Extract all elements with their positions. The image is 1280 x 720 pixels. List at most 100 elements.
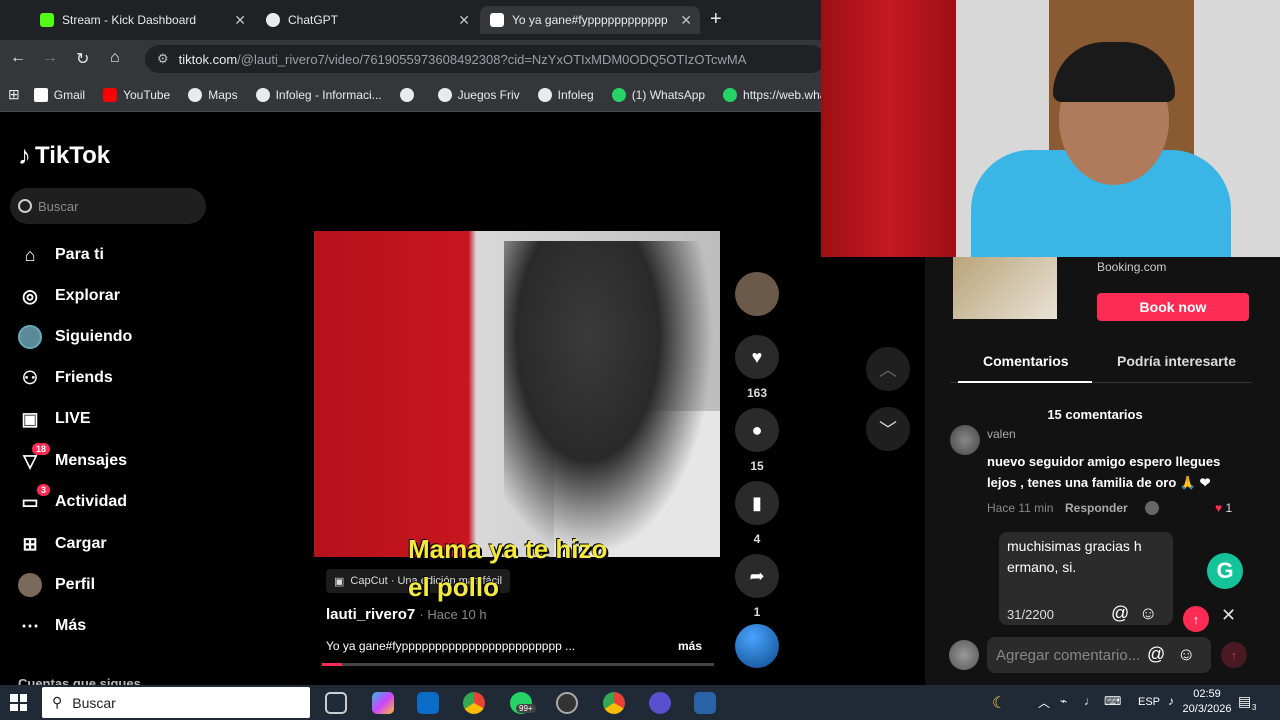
sidebar-item-mas[interactable]: ⋯ Más [18,614,86,638]
previous-video-button[interactable]: ︿ [866,347,910,391]
reload-icon[interactable]: ↻ [76,49,89,69]
grammarly-icon[interactable]: G [1207,553,1243,589]
tab-kick-dashboard[interactable]: Stream - Kick Dashboard ✕ [30,6,254,34]
bookmark-icon: ▮ [752,492,762,513]
close-tab-icon[interactable]: ✕ [458,12,470,29]
share-button[interactable]: ➦ [735,554,779,598]
home-icon[interactable]: ⌂ [110,49,120,67]
keyboard-icon[interactable]: ⌨ [1104,694,1121,708]
ad-thumbnail[interactable] [953,257,1057,319]
messages-icon: ▽ 18 [18,443,50,473]
notifications-icon[interactable]: ▤ [1238,693,1251,710]
taskbar-clock[interactable]: 02:59 20/3/2026 [1182,687,1232,717]
bookmark-youtube[interactable]: YouTube [103,87,170,102]
weather-moon-icon[interactable]: ☾ [992,693,1006,713]
microphone-icon[interactable]: ♩ [1084,694,1096,708]
tiktok-favicon-icon [490,13,504,27]
sidebar-item-siguiendo[interactable]: Siguiendo [18,325,132,349]
chevron-up-icon: ︿ [879,360,897,380]
book-now-button[interactable]: Book now [1097,293,1249,321]
sidebar-item-friends[interactable]: ⚇ Friends [18,366,113,390]
save-count: 4 [753,532,761,546]
globe-icon [188,87,203,102]
comment-username[interactable]: valen [987,427,1016,441]
sidebar-item-perfil[interactable]: Perfil [18,573,95,597]
sidebar-item-para-ti[interactable]: ⌂ Para ti [18,243,104,267]
share-arrow-icon: ➦ [749,565,765,586]
network-icon[interactable]: ⌁ [1060,694,1067,708]
taskbar-search-input[interactable]: ⚲ Buscar [42,687,310,718]
close-tab-icon[interactable]: ✕ [234,12,246,29]
copilot-icon[interactable] [372,692,394,714]
next-video-button[interactable]: ﹀ [866,407,910,451]
bookmark-web-whatsapp[interactable]: https://web.whats [723,87,836,102]
bookmark-whatsapp[interactable]: (1) WhatsApp [611,87,705,102]
search-input[interactable]: Buscar [10,188,206,224]
video-player[interactable] [314,231,720,557]
sidebar-item-mensajes[interactable]: ▽ 18 Mensajes [18,443,127,473]
bookmark-gmail[interactable]: Gmail [33,87,85,102]
share-count: 1 [753,605,761,619]
tab-tiktok-video[interactable]: Yo ya gane#fypppppppppppp ✕ [480,6,700,34]
bookmark-maps[interactable]: Maps [188,87,238,102]
save-button[interactable]: ▮ [735,481,779,525]
send-reply-button[interactable]: ↑ [1183,606,1209,632]
tab-comentarios[interactable]: Comentarios [983,353,1069,369]
arrow-up-icon: ↑ [1192,611,1200,627]
bookmark-infoleg[interactable]: Infoleg [537,87,594,102]
windows-start-icon[interactable] [10,694,27,711]
apps-grid-icon[interactable]: ⊞ [8,86,20,103]
back-arrow-icon[interactable]: ← [10,49,26,67]
comment-like-button[interactable]: ♥ 1 [1215,501,1232,515]
close-icon[interactable]: ✕ [1221,605,1236,626]
sidebar-item-explorar[interactable]: ◎ Explorar [18,284,120,308]
bookmark-juegos-friv[interactable]: Juegos Friv [437,87,520,102]
notifications-count: 3 [1252,703,1257,712]
tab-podria-interesarte[interactable]: Podría interesarte [1117,353,1236,369]
sidebar-item-cargar[interactable]: ⊞ Cargar [18,532,106,556]
globe-icon [399,87,414,102]
panel-tabs: Comentarios Podría interesarte [950,353,1252,383]
mention-icon[interactable]: @ [1111,603,1129,624]
author-avatar[interactable] [735,272,779,316]
chrome-profile-icon[interactable] [603,692,625,714]
show-hidden-icons-icon[interactable]: ︿ [1038,694,1050,711]
emoji-icon[interactable]: ☺ [1177,644,1195,665]
more-description-link[interactable]: más [678,639,702,653]
site-info-icon[interactable]: ⚙ [157,51,169,67]
address-bar[interactable]: ⚙ tiktok.com /@lauti_rivero7/video/76190… [145,45,825,73]
sidebar-item-actividad[interactable]: ▭ 3 Actividad [18,484,127,514]
comment-button[interactable]: ● [735,408,779,452]
volume-icon[interactable]: ♪ [1168,694,1174,708]
reply-button[interactable]: Responder [1065,501,1128,515]
avatar[interactable] [950,425,980,455]
language-indicator[interactable]: ESP [1138,696,1160,708]
chrome-icon[interactable] [463,692,485,714]
outlook-icon[interactable] [417,692,439,714]
close-tab-icon[interactable]: ✕ [680,12,692,29]
comment-text: nuevo seguidor amigo espero llegues lejo… [987,454,1221,490]
activity-badge: 3 [36,484,50,496]
post-comment-button[interactable]: ↑ [1221,642,1247,668]
video-author[interactable]: lauti_rivero7 · Hace 10 h [326,606,487,623]
forward-arrow-icon[interactable]: → [42,49,58,67]
bookmark-unnamed[interactable] [399,87,420,102]
notepad-icon[interactable] [694,692,716,714]
tab-chatgpt[interactable]: ChatGPT ✕ [256,6,478,34]
new-tab-icon[interactable]: + [710,8,722,31]
video-progress-bar[interactable] [322,663,714,666]
task-view-icon[interactable] [325,692,347,714]
tiktok-logo[interactable]: ♪ TikTok [18,140,110,171]
webcam-overlay [821,0,1280,257]
sidebar-item-live[interactable]: ▣ LIVE [18,407,90,431]
capcut-icon: ▣ [334,575,345,588]
like-button[interactable]: ♥ [735,335,779,379]
mention-icon[interactable]: @ [1147,644,1165,665]
bookmark-infoleg-informacion[interactable]: Infoleg - Informaci... [255,87,382,102]
emoji-icon[interactable]: ☺ [1139,603,1157,624]
app-icon[interactable] [556,692,578,714]
discord-icon[interactable] [649,692,671,714]
comments-panel: Booking.com Book now Comentarios Podría … [925,257,1280,685]
tiktok-page: ♪ TikTok Buscar ⌂ Para ti ◎ Explorar Sigui… [0,112,925,685]
music-disc-icon[interactable] [735,624,779,668]
